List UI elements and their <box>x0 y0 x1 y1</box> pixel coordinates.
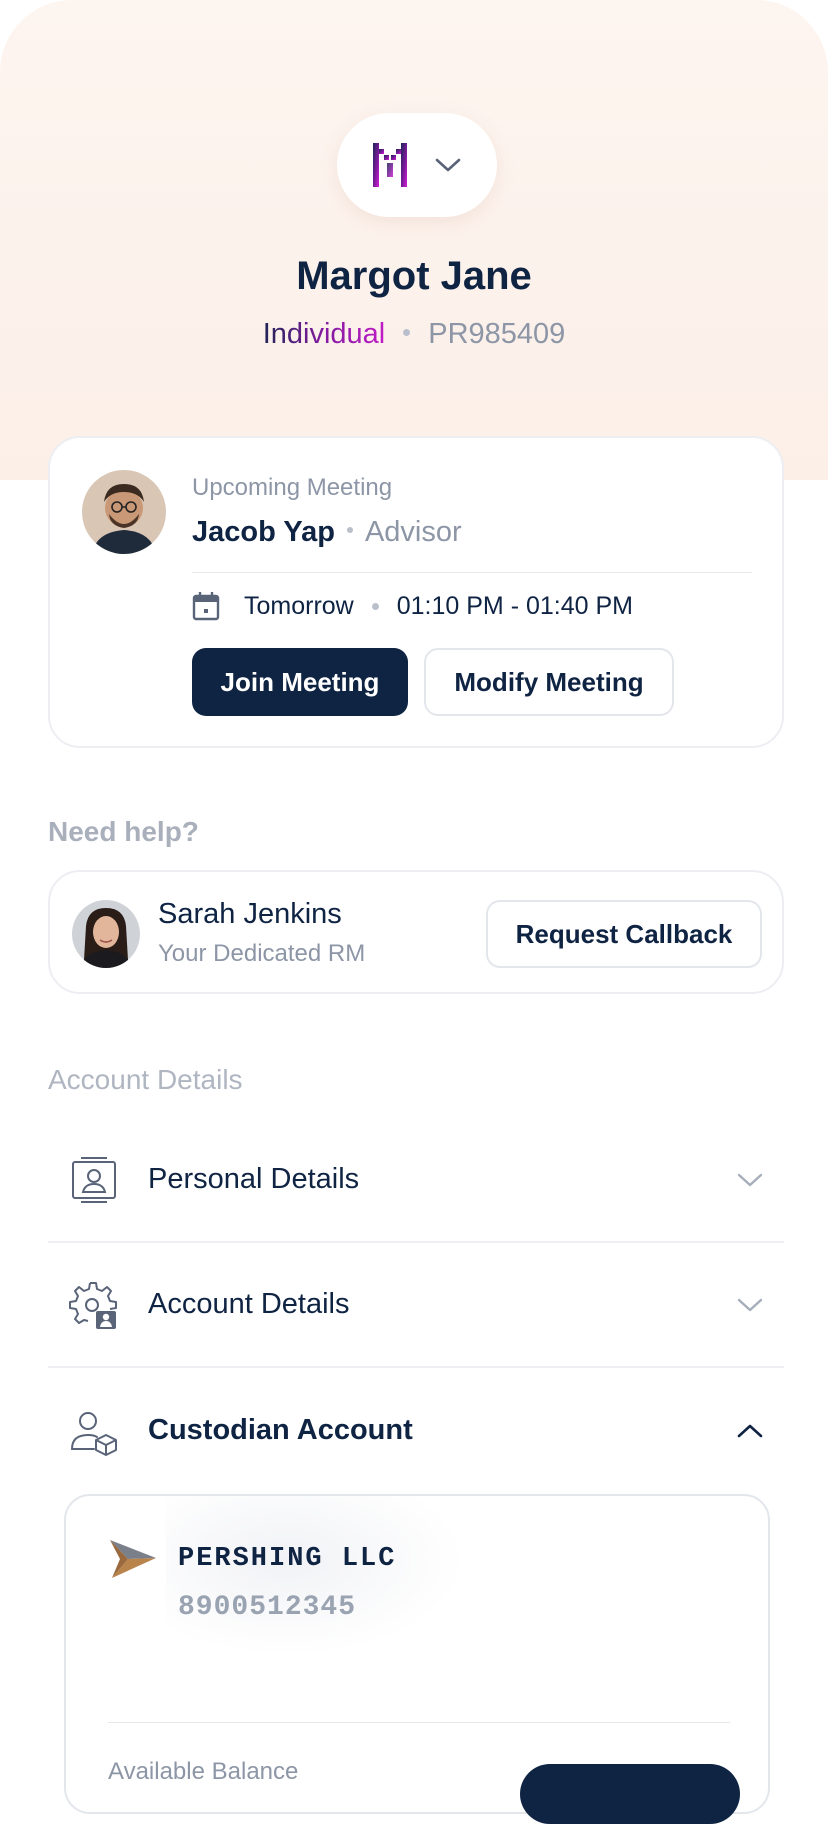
calendar-icon <box>192 592 220 621</box>
chevron-up-icon <box>737 1424 763 1437</box>
card-texture <box>166 1496 466 1656</box>
chevron-down-icon <box>737 1173 763 1186</box>
separator-dot <box>371 602 379 610</box>
divider <box>108 1722 730 1723</box>
request-callback-button[interactable]: Request Callback <box>486 900 762 968</box>
custodian-action-button[interactable] <box>520 1764 740 1824</box>
custodian-account-number: 8900512345 <box>178 1592 357 1623</box>
brand-logo <box>373 143 407 187</box>
rm-name: Sarah Jenkins <box>158 898 342 930</box>
rm-contact-card: Sarah Jenkins Your Dedicated RM Request … <box>48 870 784 994</box>
client-type: Individual <box>262 318 386 350</box>
meeting-label: Upcoming Meeting <box>192 474 393 501</box>
modify-meeting-button[interactable]: Modify Meeting <box>424 648 674 716</box>
meeting-time: Tomorrow 01:10 PM - 01:40 PM <box>192 586 633 626</box>
account-details-row[interactable]: Account Details <box>48 1243 784 1368</box>
custodian-card: PERSHING LLC 8900512345 Available Balanc… <box>64 1494 770 1824</box>
client-meta: Individual PR985409 <box>0 318 828 351</box>
upcoming-meeting-card: Upcoming Meeting Jacob Yap Advisor Tomorr… <box>48 436 784 748</box>
separator-dot <box>346 527 353 534</box>
advisor-avatar <box>82 470 166 554</box>
chevron-down-icon <box>435 158 461 172</box>
pershing-logo <box>110 1540 156 1578</box>
user-box-icon <box>71 1411 117 1456</box>
row-label: Account Details <box>148 1288 350 1320</box>
gear-user-icon <box>69 1281 117 1329</box>
rm-avatar <box>72 900 140 968</box>
row-label: Personal Details <box>148 1163 360 1195</box>
account-details-heading: Account Details <box>48 1064 243 1095</box>
id-card-icon <box>72 1156 116 1203</box>
profile-header <box>0 0 828 480</box>
meeting-host: Jacob Yap Advisor <box>192 516 462 549</box>
join-meeting-button[interactable]: Join Meeting <box>192 648 408 716</box>
advisor-name: Jacob Yap <box>192 516 335 548</box>
need-help-heading: Need help? <box>48 816 199 847</box>
client-id: PR985409 <box>428 318 566 350</box>
client-name: Margot Jane <box>296 254 532 298</box>
chevron-down-icon <box>737 1298 763 1311</box>
account-switcher[interactable] <box>337 113 497 217</box>
custodian-account-row[interactable]: Custodian Account <box>48 1368 784 1493</box>
custodian-name: PERSHING LLC <box>178 1544 397 1574</box>
meeting-time-range: 01:10 PM - 01:40 PM <box>396 591 633 620</box>
rm-role: Your Dedicated RM <box>158 940 366 967</box>
meeting-day: Tomorrow <box>244 591 354 620</box>
divider <box>192 572 752 573</box>
separator-dot <box>403 328 411 336</box>
advisor-role: Advisor <box>364 516 462 548</box>
row-label: Custodian Account <box>148 1414 413 1446</box>
available-balance-label: Available Balance <box>108 1758 299 1785</box>
personal-details-row[interactable]: Personal Details <box>48 1118 784 1243</box>
